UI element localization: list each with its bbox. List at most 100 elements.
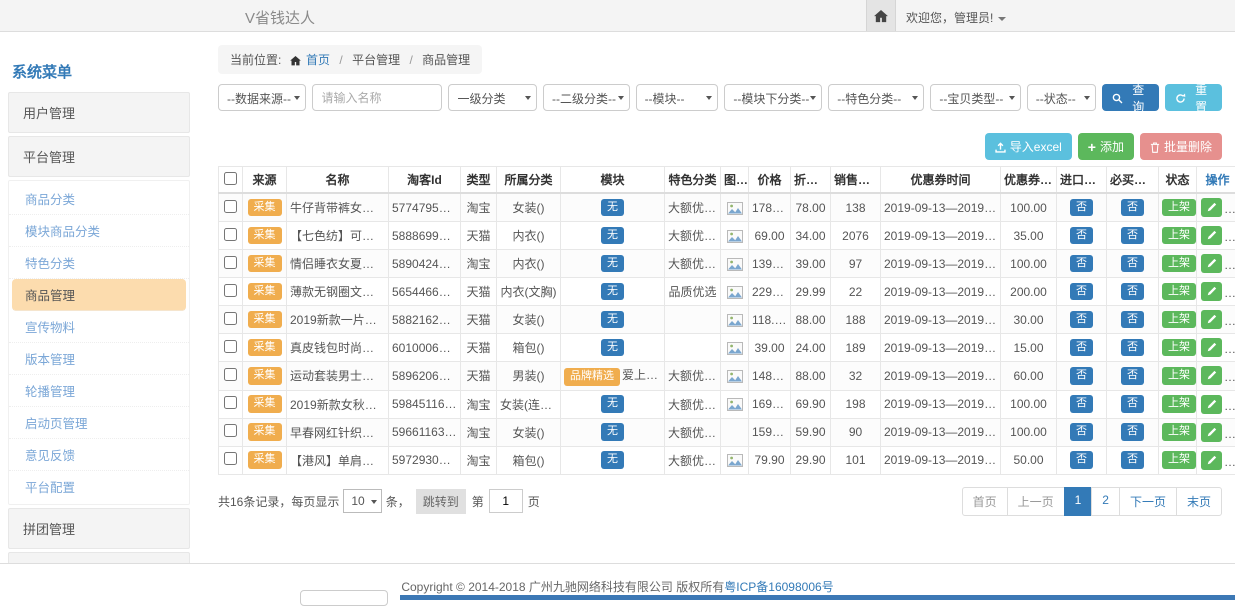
status-toggle[interactable]: 上架 <box>1162 227 1196 245</box>
sales-cell: 188 <box>831 306 881 334</box>
submenu-item[interactable]: 商品分类 <box>9 183 189 215</box>
status-select[interactable]: --状态-- <box>1027 84 1097 111</box>
status-toggle[interactable]: 上架 <box>1162 283 1196 301</box>
submenu-item[interactable]: 模块商品分类 <box>9 215 189 247</box>
submenu-item[interactable]: 启动页管理 <box>9 407 189 439</box>
status-toggle[interactable]: 上架 <box>1162 395 1196 413</box>
must-buy-toggle[interactable]: 否 <box>1121 283 1144 301</box>
submenu-item[interactable]: 版本管理 <box>9 343 189 375</box>
page-button-2[interactable]: 2 <box>1091 487 1120 516</box>
module-select[interactable]: --模块-- <box>636 84 719 111</box>
page-content: 系统菜单 用户管理 平台管理 商品分类 模块商品分类 特色分类 商品管理 宣传物… <box>0 32 1235 563</box>
must-buy-toggle[interactable]: 否 <box>1121 423 1144 441</box>
status-toggle[interactable]: 上架 <box>1162 311 1196 329</box>
import-excel-button[interactable]: 导入excel <box>985 133 1072 160</box>
add-button[interactable]: + 添加 <box>1078 133 1134 160</box>
sidebar-item-platform[interactable]: 平台管理 <box>8 136 190 177</box>
must-buy-toggle[interactable]: 否 <box>1121 395 1144 413</box>
must-buy-toggle[interactable]: 否 <box>1121 451 1144 469</box>
submenu-item[interactable]: 意见反馈 <box>9 439 189 471</box>
status-toggle[interactable]: 上架 <box>1162 255 1196 273</box>
edit-button[interactable] <box>1201 310 1222 329</box>
item-type-select[interactable]: --宝贝类型-- <box>930 84 1020 111</box>
row-checkbox[interactable] <box>224 424 237 437</box>
import-select-toggle[interactable]: 否 <box>1070 451 1093 469</box>
status-toggle[interactable]: 上架 <box>1162 423 1196 441</box>
import-select-cell: 否 <box>1057 390 1107 418</box>
row-checkbox[interactable] <box>224 200 237 213</box>
submenu-item-active[interactable]: 商品管理 <box>12 279 186 311</box>
row-checkbox[interactable] <box>224 228 237 241</box>
category1-select[interactable]: 一级分类 <box>448 84 536 111</box>
import-select-toggle[interactable]: 否 <box>1070 199 1093 217</box>
must-buy-toggle[interactable]: 否 <box>1121 311 1144 329</box>
select-all-checkbox[interactable] <box>224 172 237 185</box>
page-button-1[interactable]: 1 <box>1064 487 1093 516</box>
import-select-toggle[interactable]: 否 <box>1070 395 1093 413</box>
edit-button[interactable] <box>1201 338 1222 357</box>
edit-button[interactable] <box>1201 423 1222 442</box>
feature-category-select[interactable]: --特色分类-- <box>828 84 924 111</box>
reset-button[interactable]: 重置 <box>1165 84 1222 111</box>
import-select-cell: 否 <box>1057 418 1107 446</box>
submenu-item[interactable]: 特色分类 <box>9 247 189 279</box>
edit-button[interactable] <box>1201 451 1222 470</box>
sidebar-item-news[interactable]: 省惠快报 <box>8 552 190 563</box>
row-checkbox[interactable] <box>224 368 237 381</box>
last-page-button[interactable]: 末页 <box>1176 487 1222 516</box>
must-buy-toggle[interactable]: 否 <box>1121 199 1144 217</box>
submenu-item[interactable]: 宣传物料 <box>9 311 189 343</box>
submenu-item[interactable]: 平台配置 <box>9 471 189 502</box>
edit-button[interactable] <box>1201 395 1222 414</box>
table-row: 采集薄款无钢圈文胸聚拢性...565446685867天猫内衣(文胸)无品质优选… <box>219 278 1235 306</box>
jump-button[interactable]: 跳转到 <box>416 489 466 514</box>
edit-button[interactable] <box>1201 254 1222 273</box>
import-select-toggle[interactable]: 否 <box>1070 367 1093 385</box>
coupon-time-cell: 2019-09-13—2019-09-17 <box>881 390 1001 418</box>
row-checkbox[interactable] <box>224 256 237 269</box>
edit-button[interactable] <box>1201 366 1222 385</box>
sidebar-item-groupbuy[interactable]: 拼团管理 <box>8 508 190 549</box>
row-checkbox[interactable] <box>224 452 237 465</box>
row-checkbox[interactable] <box>224 340 237 353</box>
icp-link[interactable]: 粤ICP备16098006号 <box>724 580 833 594</box>
import-select-toggle[interactable]: 否 <box>1070 227 1093 245</box>
breadcrumb-home-link[interactable]: 首页 <box>306 53 330 67</box>
must-buy-toggle[interactable]: 否 <box>1121 339 1144 357</box>
edit-button[interactable] <box>1201 198 1222 217</box>
edit-button[interactable] <box>1201 282 1222 301</box>
batch-delete-button[interactable]: 批量删除 <box>1140 133 1222 160</box>
import-select-toggle[interactable]: 否 <box>1070 311 1093 329</box>
prev-page-button[interactable]: 上一页 <box>1007 487 1065 516</box>
sidebar-item-users[interactable]: 用户管理 <box>8 92 190 133</box>
name-search-input[interactable] <box>312 84 442 111</box>
status-toggle[interactable]: 上架 <box>1162 199 1196 217</box>
import-select-toggle[interactable]: 否 <box>1070 283 1093 301</box>
status-toggle[interactable]: 上架 <box>1162 451 1196 469</box>
must-buy-toggle[interactable]: 否 <box>1121 367 1144 385</box>
row-checkbox[interactable] <box>224 396 237 409</box>
import-select-toggle[interactable]: 否 <box>1070 423 1093 441</box>
jump-page-input[interactable] <box>489 489 523 513</box>
first-page-button[interactable]: 首页 <box>962 487 1008 516</box>
per-page-value: 10 <box>351 494 364 508</box>
row-checkbox[interactable] <box>224 284 237 297</box>
must-buy-toggle[interactable]: 否 <box>1121 227 1144 245</box>
import-select-toggle[interactable]: 否 <box>1070 255 1093 273</box>
must-buy-toggle[interactable]: 否 <box>1121 255 1144 273</box>
col-header-source: 来源 <box>243 167 287 194</box>
import-select-toggle[interactable]: 否 <box>1070 339 1093 357</box>
row-checkbox[interactable] <box>224 312 237 325</box>
data-source-select[interactable]: --数据来源-- <box>218 84 306 111</box>
user-menu[interactable]: 欢迎您，管理员! <box>906 9 1006 26</box>
submenu-item[interactable]: 轮播管理 <box>9 375 189 407</box>
status-toggle[interactable]: 上架 <box>1162 339 1196 357</box>
next-page-button[interactable]: 下一页 <box>1119 487 1177 516</box>
status-toggle[interactable]: 上架 <box>1162 367 1196 385</box>
search-button[interactable]: 查询 <box>1102 84 1159 111</box>
category2-select[interactable]: --二级分类-- <box>543 84 630 111</box>
per-page-select[interactable]: 10 <box>343 489 381 513</box>
edit-button[interactable] <box>1201 226 1222 245</box>
home-button[interactable] <box>866 0 896 31</box>
module-sub-select[interactable]: --模块下分类-- <box>724 84 822 111</box>
